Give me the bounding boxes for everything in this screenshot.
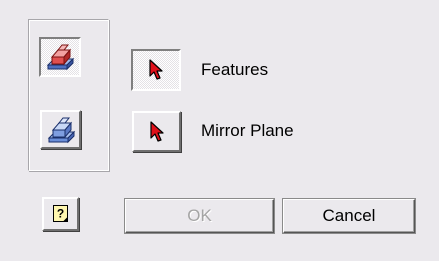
mirror-plane-label: Mirror Plane <box>201 121 294 140</box>
features-mode-button[interactable] <box>39 37 81 77</box>
features-label: Features <box>201 60 269 79</box>
mirror-plane-icon <box>42 112 79 147</box>
red-arrow-select-icon <box>134 113 179 150</box>
help-question-icon: ? <box>44 199 77 229</box>
mirror-dialog: Features Mirror Plane ? OK Cancel <box>0 0 439 261</box>
cancel-button[interactable]: Cancel <box>283 199 415 233</box>
ok-button[interactable]: OK <box>125 199 274 233</box>
extrude-feature-icon <box>41 39 79 75</box>
features-select-button[interactable] <box>131 49 181 91</box>
mirror-plane-mode-button[interactable] <box>40 110 81 149</box>
red-arrow-select-icon <box>133 51 179 89</box>
help-button[interactable]: ? <box>42 197 79 231</box>
mirror-plane-select-button[interactable] <box>132 111 181 152</box>
svg-text:?: ? <box>56 207 63 221</box>
